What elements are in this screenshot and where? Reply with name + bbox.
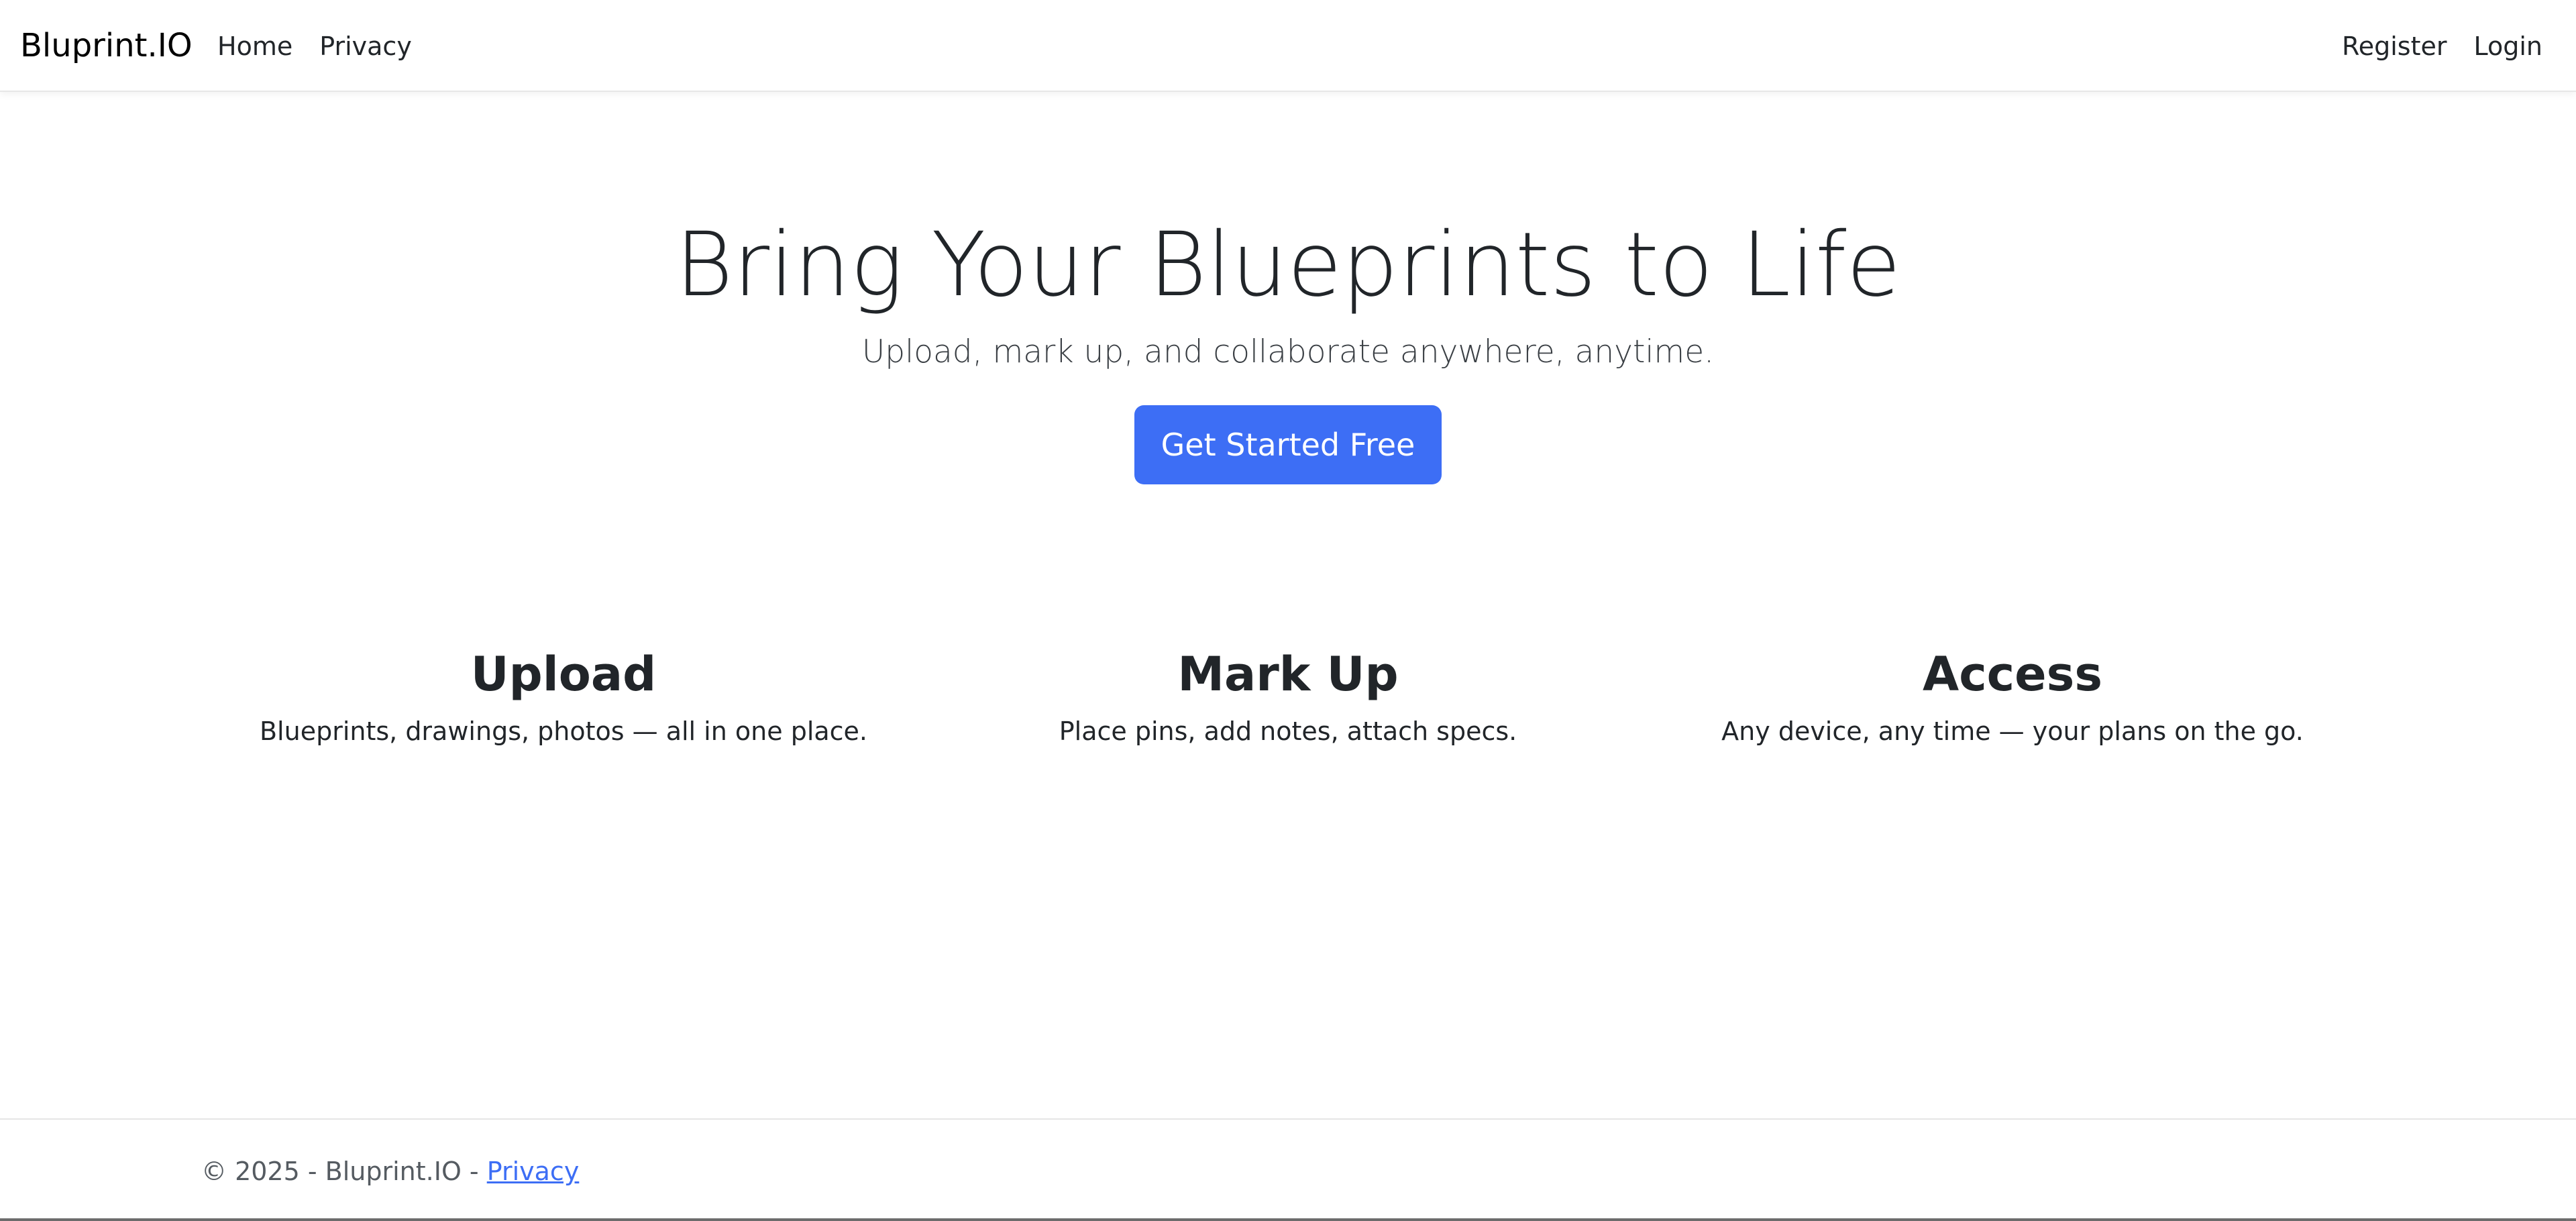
account-nav: Register Login — [2342, 30, 2542, 63]
hero-section: Bring Your Blueprints to Life Upload, ma… — [0, 201, 2576, 484]
footer-privacy-link[interactable]: Privacy — [487, 1157, 580, 1186]
footer-text: © 2025 - Bluprint.IO - Privacy — [201, 1155, 579, 1188]
feature-description: Any device, any time — your plans on the… — [1721, 716, 2304, 746]
feature-mark-up: Mark Up Place pins, add notes, attach sp… — [919, 644, 1657, 751]
brand-logo-link[interactable]: Bluprint.IO — [20, 25, 193, 66]
hero-subtitle: Upload, mark up, and collaborate anywher… — [861, 333, 1715, 370]
feature-description: Place pins, add notes, attach specs. — [1059, 716, 1517, 746]
footer-bottom-border — [0, 1218, 2576, 1221]
feature-title: Access — [1923, 647, 2102, 702]
feature-access: Access Any device, any time — your plans… — [1644, 644, 2381, 751]
top-navbar: Bluprint.IO Home Privacy Register Login — [0, 0, 2576, 92]
nav-privacy-link[interactable]: Privacy — [319, 30, 412, 63]
page-footer: © 2025 - Bluprint.IO - Privacy — [0, 1118, 2576, 1219]
feature-description: Blueprints, drawings, photos — all in on… — [259, 716, 868, 746]
feature-title: Upload — [470, 647, 657, 702]
feature-upload: Upload Blueprints, drawings, photos — al… — [195, 644, 932, 751]
feature-title: Mark Up — [1177, 647, 1399, 702]
footer-copyright: © 2025 - Bluprint.IO - — [201, 1157, 487, 1186]
hero-title: Bring Your Blueprints to Life — [675, 213, 1901, 317]
nav-login-link[interactable]: Login — [2473, 30, 2542, 63]
nav-home-link[interactable]: Home — [217, 30, 292, 63]
nav-register-link[interactable]: Register — [2342, 30, 2447, 63]
primary-nav: Home Privacy — [217, 30, 412, 63]
get-started-button[interactable]: Get Started Free — [1134, 405, 1442, 484]
